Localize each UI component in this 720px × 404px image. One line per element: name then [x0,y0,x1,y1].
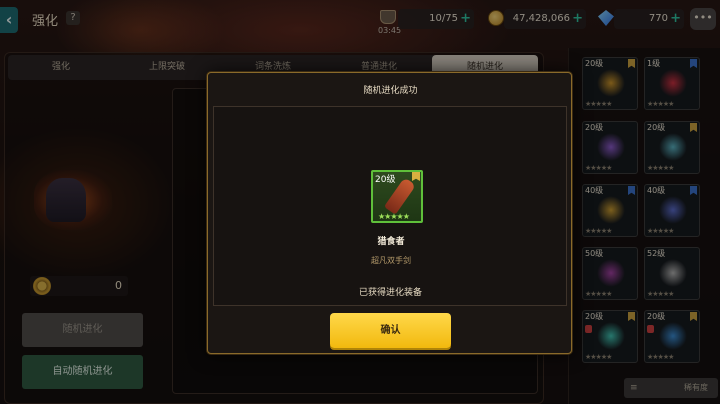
item-level: 20级 [375,175,396,185]
obtained-message: 已获得进化装备 [358,288,422,298]
confirm-button[interactable]: 确认 [330,313,451,348]
evolve-success-dialog: 随机进化成功 20级 ★★★★★ 猎食者 超凡双手剑 已获得进化装备 确认 [207,72,572,354]
dialog-content: 20级 ★★★★★ 猎食者 超凡双手剑 [213,106,567,306]
dialog-title: 随机进化成功 [363,86,418,96]
bookmark-icon [412,172,420,181]
item-name: 猎食者 [377,237,405,247]
evolved-item-card[interactable]: 20级 ★★★★★ [371,170,423,223]
item-stars: ★★★★★ [378,212,410,221]
item-type: 超凡双手剑 [371,256,411,265]
